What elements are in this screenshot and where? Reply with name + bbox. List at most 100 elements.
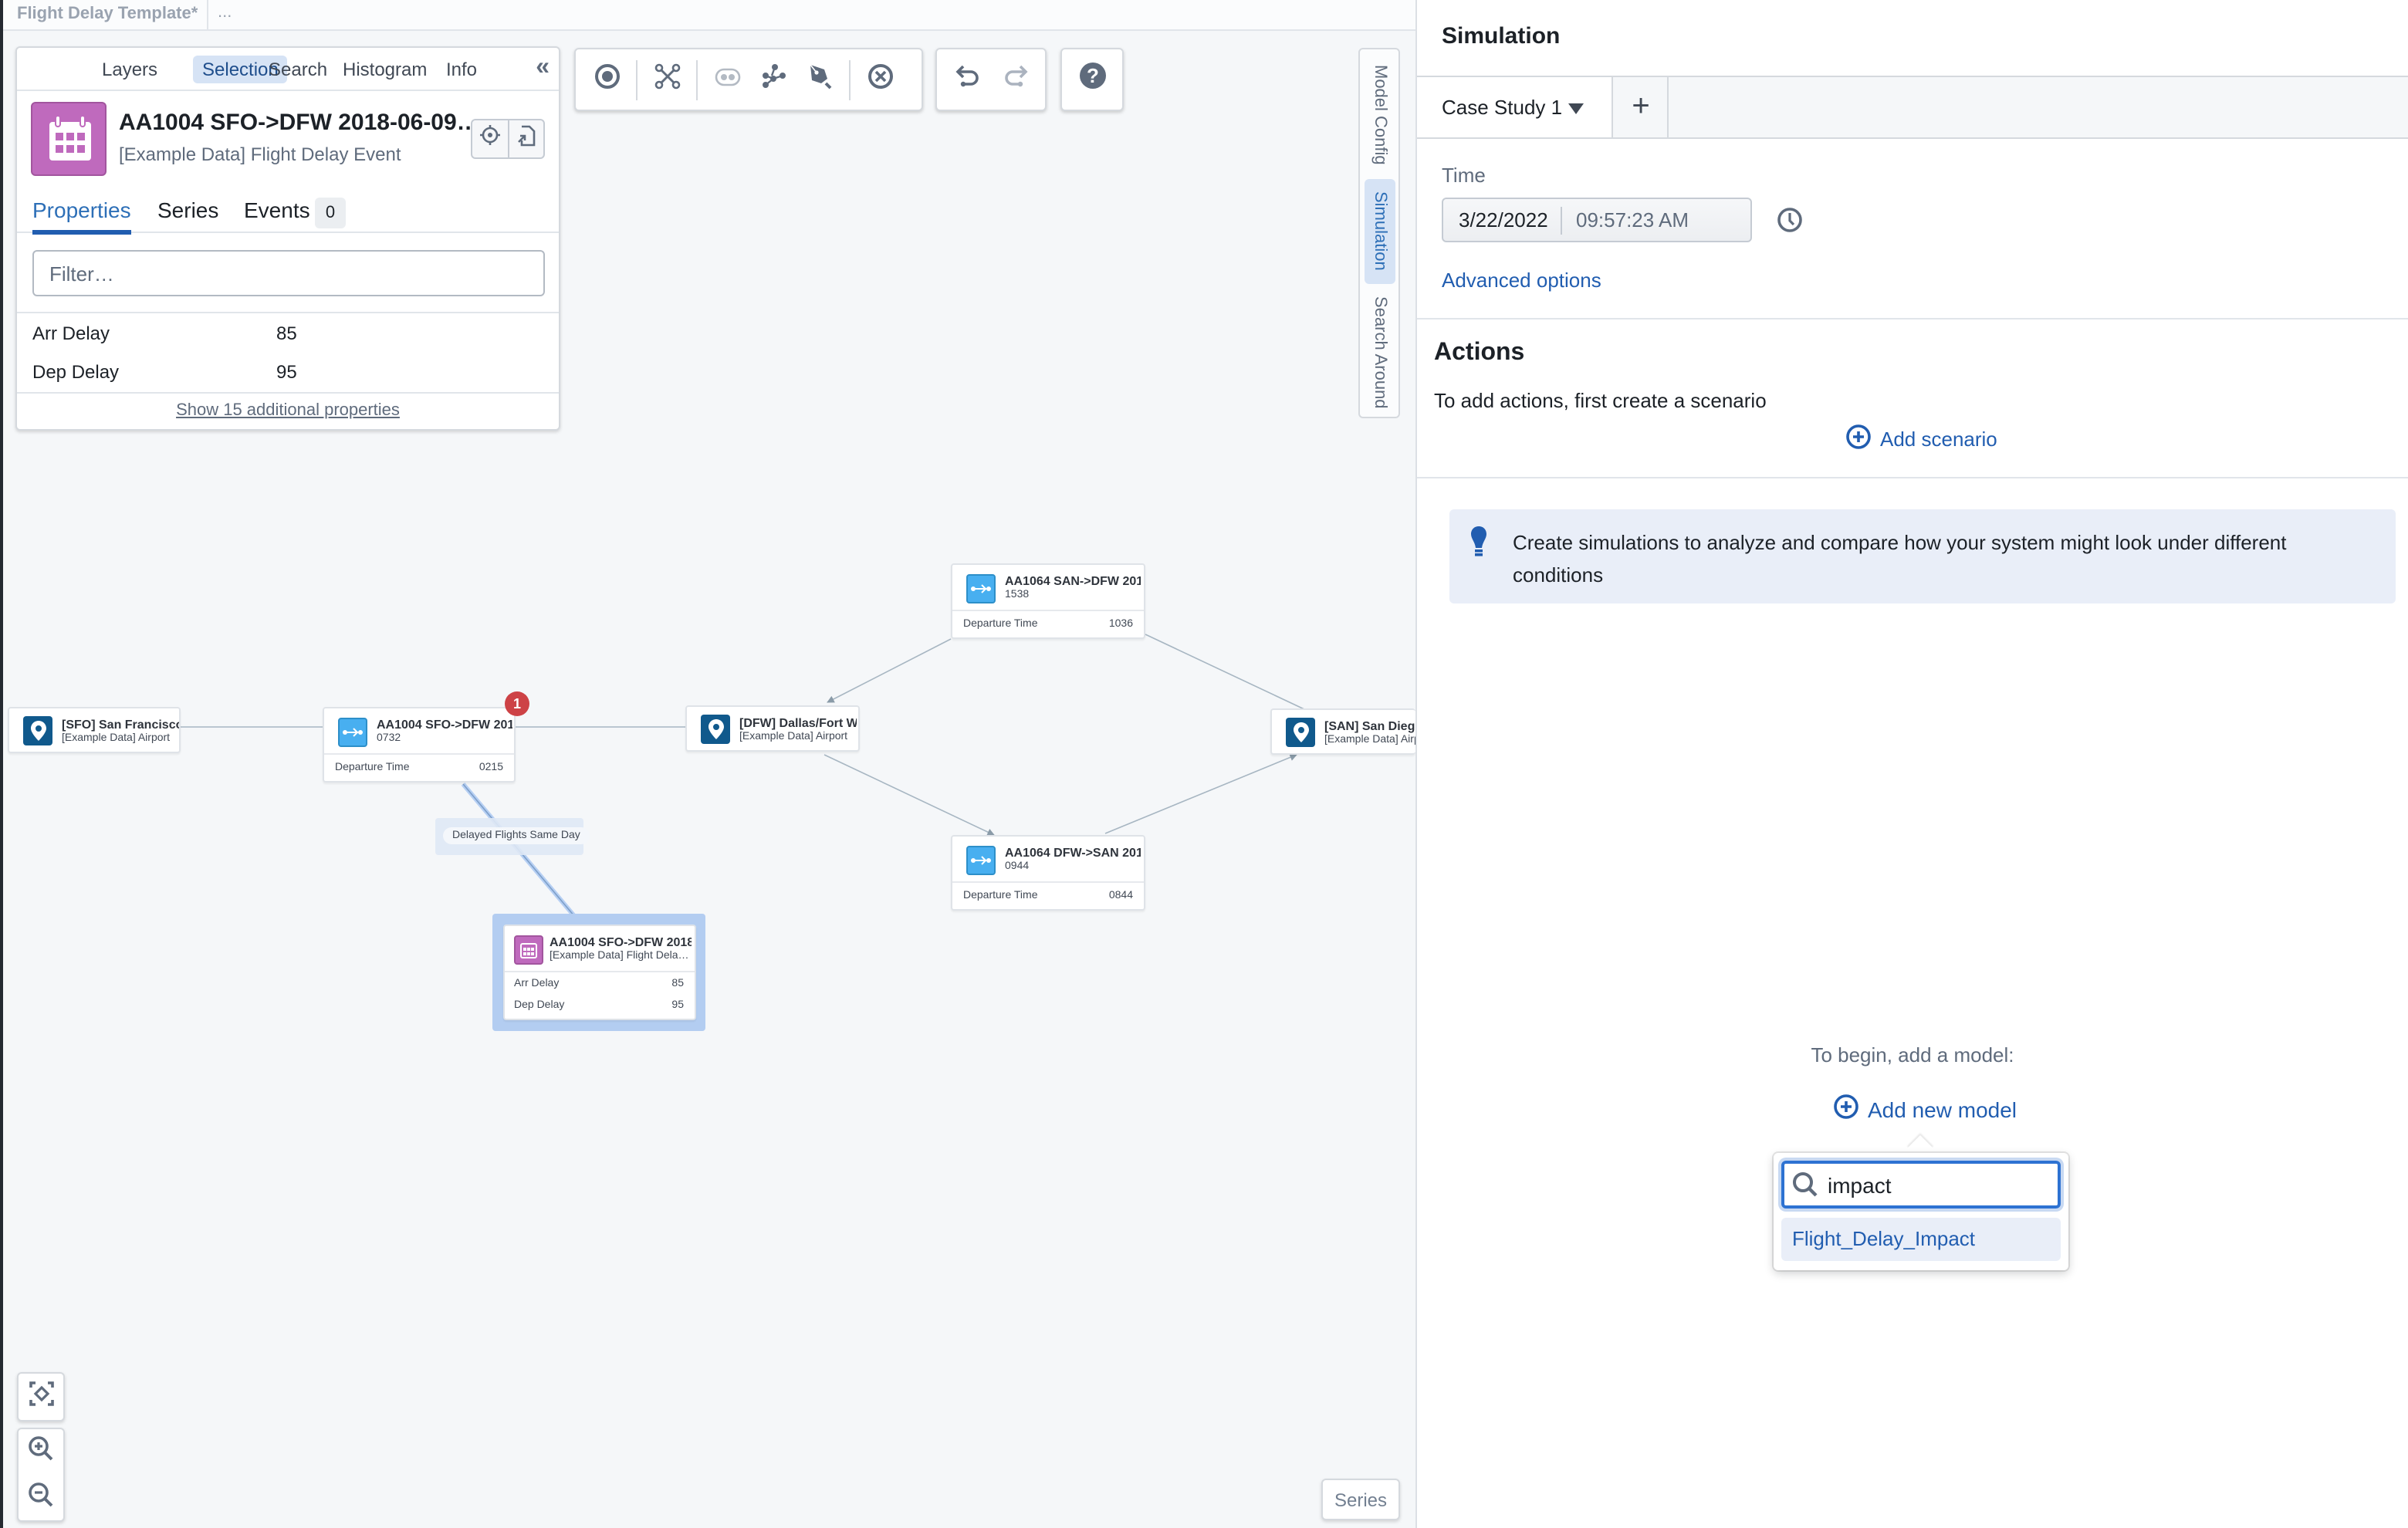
zoom-in-icon [28, 1435, 54, 1469]
zoom-out-button[interactable] [19, 1476, 63, 1522]
fit-control [17, 1372, 65, 1422]
plus-icon: + [1632, 90, 1650, 123]
redo-button[interactable] [991, 56, 1037, 103]
tab-search[interactable]: Search [259, 56, 337, 83]
add-circle-icon [1846, 424, 1871, 454]
time-value[interactable]: 09:57:23 AM [1576, 208, 1689, 232]
tab-model-config[interactable]: Model Config [1365, 59, 1395, 170]
expand-button[interactable] [644, 56, 690, 103]
graph-node-delay-event[interactable]: AA1004 SFO->DFW 2018… [Example Data] Fli… [503, 925, 696, 1020]
edge-dfw-aa1064dfwsan[interactable] [824, 754, 995, 836]
edge-aa1064sandfw-dfw[interactable] [827, 638, 952, 703]
node-subtitle: 0732 [377, 733, 401, 744]
flight-route-icon [966, 574, 996, 603]
node-subtitle: [Example Data] Airport [62, 733, 171, 744]
divider [207, 0, 208, 31]
events-count-badge: 0 [315, 198, 346, 228]
help-toolbar: ? [1060, 48, 1124, 111]
model-result-item[interactable]: Flight_Delay_Impact [1781, 1218, 2061, 1261]
property-filter-input[interactable] [32, 250, 545, 296]
document-title[interactable]: Flight Delay Template* [17, 5, 198, 23]
node-properties: Arr Delay 85 Dep Delay 95 [505, 971, 695, 1020]
graph-layout-button[interactable] [750, 56, 796, 103]
graph-node-aa1004[interactable]: AA1004 SFO->DFW 2018… 0732 Departure Tim… [323, 707, 516, 783]
alert-count-badge[interactable]: 1 [505, 691, 529, 716]
model-search-field[interactable] [1781, 1161, 2061, 1209]
divider [1561, 207, 1562, 235]
property-name: Departure Time [963, 891, 1038, 901]
document-tab-bar: Flight Delay Template* ... [3, 0, 1415, 31]
node-property: Departure Time 1036 [963, 619, 1133, 630]
tab-properties[interactable]: Properties [32, 198, 131, 235]
select-button[interactable] [583, 56, 630, 103]
annotate-button[interactable] [796, 56, 843, 103]
divider [636, 59, 638, 100]
map-pin-icon [23, 716, 52, 745]
begin-hint: To begin, add a model: [1811, 1043, 2014, 1067]
search-icon [1792, 1171, 1818, 1205]
divider [1417, 477, 2408, 478]
add-case-study-button[interactable]: + [1615, 77, 1669, 137]
clock-icon[interactable] [1777, 207, 1803, 241]
property-value: 1036 [1108, 619, 1133, 630]
history-toolbar [935, 48, 1047, 111]
remove-button[interactable] [857, 56, 903, 103]
tab-simulation[interactable]: Simulation [1365, 179, 1395, 284]
case-study-select[interactable]: Case Study 1 [1417, 77, 1613, 137]
graph-node-aa1064-san-dfw[interactable]: AA1064 SAN->DFW 2018… 1538 Departure Tim… [951, 563, 1145, 639]
node-subtitle: 1538 [1005, 590, 1030, 600]
add-new-model-button[interactable]: Add new model [1834, 1094, 2017, 1124]
tab-events[interactable]: Events [244, 198, 310, 222]
zoom-in-button[interactable] [19, 1429, 63, 1476]
tab-info[interactable]: Info [437, 56, 486, 83]
edge-aa1064sandfw-san[interactable] [1145, 634, 1307, 711]
graph-node-dfw[interactable]: [DFW] Dallas/Fort W… [Example Data] Airp… [685, 705, 860, 752]
fit-to-view-button[interactable] [19, 1374, 63, 1420]
show-additional-properties-link[interactable]: Show 15 additional properties [17, 401, 559, 420]
locate-button[interactable] [472, 120, 507, 157]
undo-button[interactable] [945, 56, 991, 103]
tab-search-around[interactable]: Search Around [1365, 290, 1395, 414]
property-value: 85 [276, 323, 297, 344]
node-title: [DFW] Dallas/Fort W… [739, 716, 857, 730]
graph-node-san[interactable]: [SAN] San Diego In [Example Data] Airpo [1270, 708, 1417, 755]
double-chevron-left-icon[interactable]: « [536, 54, 550, 82]
more-menu[interactable]: ... [218, 3, 232, 22]
remove-icon [867, 63, 893, 96]
model-search-input[interactable] [1828, 1168, 2053, 1202]
node-subtitle: [Example Data] Flight Dela… [550, 951, 689, 962]
flight-route-icon [338, 718, 367, 747]
add-scenario-button[interactable]: Add scenario [1846, 424, 1997, 454]
property-row: Arr Delay 85 [32, 323, 542, 344]
divider [696, 59, 698, 100]
datetime-input[interactable]: 3/22/2022 09:57:23 AM [1442, 198, 1752, 242]
node-title: [SFO] San Francisco … [62, 718, 179, 732]
graph-icon [760, 63, 786, 96]
series-button[interactable]: Series [1321, 1479, 1400, 1520]
date-value[interactable]: 3/22/2022 [1459, 208, 1548, 232]
lightbulb-icon [1469, 526, 1488, 565]
help-icon: ? [1078, 62, 1106, 97]
map-pin-icon [1286, 718, 1315, 747]
tab-histogram[interactable]: Histogram [333, 56, 436, 83]
divider [849, 59, 851, 100]
calendar-icon [514, 935, 543, 965]
edge-label[interactable]: Delayed Flights Same Day [443, 827, 590, 844]
help-button[interactable]: ? [1069, 56, 1115, 103]
edge-aa1064dfwsan-san[interactable] [1104, 753, 1297, 834]
node-title: AA1064 DFW->SAN 2018… [1005, 846, 1141, 860]
graph-node-aa1064-dfw-san[interactable]: AA1064 DFW->SAN 2018… 0944 Departure Tim… [951, 835, 1145, 911]
graph-node-sfo[interactable]: [SFO] San Francisco … [Example Data] Air… [8, 707, 181, 753]
link-button[interactable] [704, 56, 750, 103]
actions-hint: To add actions, first create a scenario [1434, 389, 1767, 412]
tab-layers[interactable]: Layers [93, 56, 167, 83]
open-object-button[interactable] [507, 120, 543, 157]
graph-toolbar [574, 48, 923, 111]
time-label: Time [1442, 164, 1486, 187]
node-property: Departure Time 0844 [963, 891, 1133, 901]
document-open-icon [517, 124, 536, 154]
tab-series[interactable]: Series [157, 198, 218, 222]
property-name: Departure Time [963, 619, 1038, 630]
add-circle-icon [1834, 1094, 1858, 1124]
advanced-options-link[interactable]: Advanced options [1442, 269, 1601, 292]
